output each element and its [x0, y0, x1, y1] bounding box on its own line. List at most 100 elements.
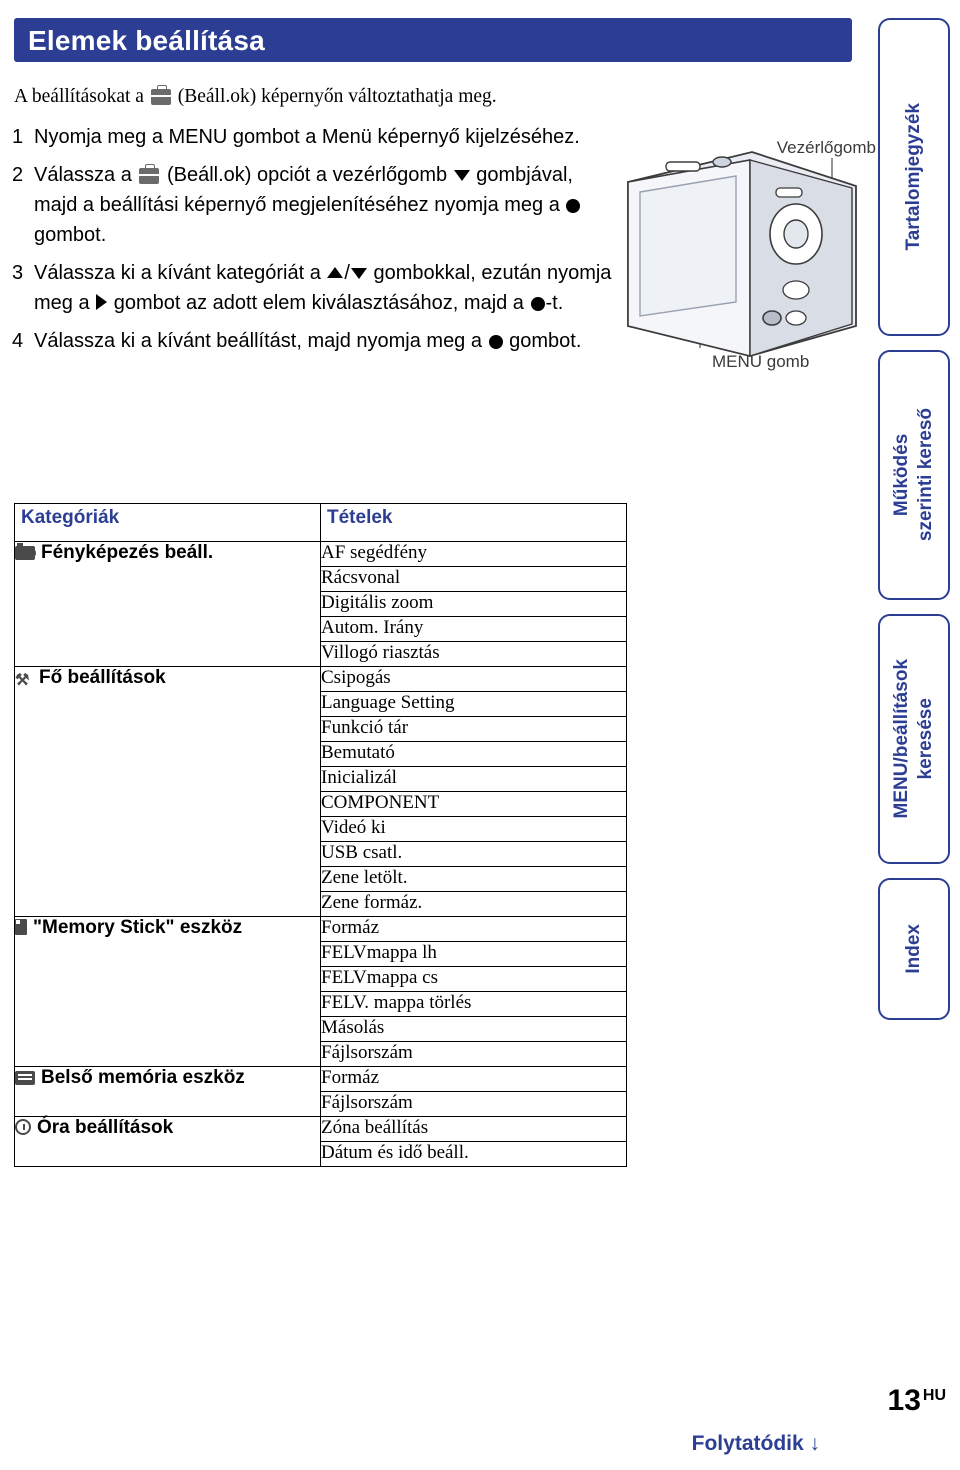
- side-tab-group: Tartalomjegyzék Működés szerinti kereső …: [878, 18, 950, 1034]
- item-cell: USB csatl.: [320, 841, 627, 867]
- item-cell: Inicializál: [320, 766, 627, 792]
- table-row: Óra beállítások Zóna beállítás: [14, 1116, 627, 1167]
- category-cell: "Memory Stick" eszköz: [14, 916, 321, 1067]
- step-4-text-b: gombot.: [509, 330, 582, 352]
- intro-paragraph: A beállításokat a (Beáll.ok) képernyőn v…: [14, 84, 604, 110]
- page-number: 13 HU: [888, 1384, 946, 1418]
- item-cell: Bemutató: [320, 741, 627, 767]
- center-button-icon: [488, 335, 503, 349]
- internal-memory-icon: [15, 1071, 35, 1085]
- item-cell: Language Setting: [320, 691, 627, 717]
- setup-toolbox-icon: [139, 164, 160, 184]
- step-1: 1 Nyomja meg a MENU gombot a Menü képern…: [12, 122, 612, 152]
- item-cell: FELVmappa cs: [320, 966, 627, 992]
- item-cell: Másolás: [320, 1016, 627, 1042]
- category-label: "Memory Stick" eszköz: [33, 917, 243, 938]
- settings-table: Kategóriák Tételek Fényképezés beáll. AF…: [14, 503, 627, 1167]
- category-cell: Belső memória eszköz: [14, 1066, 321, 1117]
- category-cell: Fényképezés beáll.: [14, 541, 321, 667]
- page-number-value: 13: [887, 1384, 921, 1417]
- item-cell: Rácsvonal: [320, 566, 627, 592]
- step-2-text-a: Válassza a: [34, 164, 132, 186]
- arrow-down-icon: [453, 170, 470, 181]
- camera-icon: [15, 543, 36, 560]
- category-cell: Óra beállítások: [14, 1116, 321, 1167]
- center-button-icon: [530, 297, 545, 311]
- step-2-text-d: gombot.: [34, 224, 107, 246]
- item-cell: Digitális zoom: [320, 591, 627, 617]
- item-cell: Autom. Irány: [320, 616, 627, 642]
- tab-tartalomjegyzek-label: Tartalomjegyzék: [903, 103, 924, 251]
- step-2-number: 2: [12, 164, 24, 186]
- step-2-text: Válassza a (Beáll.ok) opciót a vezérlőgo…: [34, 160, 612, 250]
- item-cell: Csipogás: [320, 666, 627, 692]
- item-cell: AF segédfény: [320, 541, 627, 567]
- intro-text-after: (Beáll.ok) képernyőn változtathatja meg.: [177, 86, 497, 107]
- step-3-text-a: Válassza ki a kívánt kategóriát a: [34, 262, 321, 284]
- menu-button-label: MENU gomb: [712, 352, 810, 371]
- tab-mukodes-szerinti-kereso-label: Működés szerinti kereső: [891, 408, 936, 542]
- item-cell: FELV. mappa törlés: [320, 991, 627, 1017]
- table-row: ⚒ Fő beállítások Csipogás: [14, 666, 627, 917]
- category-label: Fényképezés beáll.: [41, 542, 214, 563]
- table-row: Fényképezés beáll. AF segédfény: [14, 541, 627, 667]
- step-1-number: 1: [12, 126, 24, 148]
- item-cell: Zene letölt.: [320, 866, 627, 892]
- continued-label: Folytatódik ↓: [691, 1432, 820, 1455]
- step-3-text-d: gombot az adott elem kiválasztásához, ma…: [113, 292, 524, 314]
- item-cell: Fájlsorszám: [320, 1041, 627, 1067]
- page-number-suffix: HU: [922, 1387, 946, 1404]
- header-categories: Kategóriák: [14, 503, 321, 542]
- item-cell: Dátum és idő beáll.: [320, 1141, 627, 1167]
- control-button-label: Vezérlőgomb: [776, 138, 876, 157]
- item-cell: Zene formáz.: [320, 891, 627, 917]
- category-label: Belső memória eszköz: [41, 1067, 245, 1088]
- item-cell: Funkció tár: [320, 716, 627, 742]
- table-row: Belső memória eszköz Formáz: [14, 1066, 627, 1117]
- table-header-row: Kategóriák Tételek: [14, 503, 627, 542]
- step-3-number: 3: [12, 262, 24, 284]
- item-cell: Zóna beállítás: [320, 1116, 627, 1142]
- page-title-bar: Elemek beállítása: [14, 18, 852, 62]
- step-4: 4 Válassza ki a kívánt beállítást, majd …: [12, 326, 612, 356]
- step-3-text-e: -t.: [545, 292, 564, 314]
- item-cell: Formáz: [320, 916, 627, 942]
- tab-mukodes-szerinti-kereso[interactable]: Működés szerinti kereső: [878, 350, 950, 600]
- tab-index[interactable]: Index: [878, 878, 950, 1020]
- table-row: "Memory Stick" eszköz Formáz: [14, 916, 627, 1067]
- step-2: 2 Válassza a (Beáll.ok) opciót a vezérlő…: [12, 160, 612, 250]
- item-cell: Villogó riasztás: [320, 641, 627, 667]
- center-button-icon: [566, 199, 581, 213]
- tab-menu-beallitasok-keresese[interactable]: MENU/beállítások keresése: [878, 614, 950, 864]
- wrench-icon: ⚒: [15, 672, 30, 689]
- item-cell: COMPONENT: [320, 791, 627, 817]
- step-3: 3 Válassza ki a kívánt kategóriát a / go…: [12, 258, 612, 318]
- page-title: Elemek beállítása: [28, 25, 265, 56]
- camera-drawing: [627, 151, 857, 358]
- arrow-down-icon: [350, 268, 367, 279]
- step-4-text-a: Válassza ki a kívánt beállítást, majd ny…: [34, 330, 482, 352]
- arrow-right-icon: [96, 294, 108, 310]
- step-3-slash: /: [344, 262, 350, 284]
- arrow-up-icon: [327, 267, 344, 278]
- category-cell: ⚒ Fő beállítások: [14, 666, 321, 917]
- item-cell: Videó ki: [320, 816, 627, 842]
- item-cell: Formáz: [320, 1066, 627, 1092]
- step-4-number: 4: [12, 330, 24, 352]
- steps-list: 1 Nyomja meg a MENU gombot a Menü képern…: [12, 122, 612, 364]
- tab-tartalomjegyzek[interactable]: Tartalomjegyzék: [878, 18, 950, 336]
- intro-text-before: A beállításokat a: [14, 86, 144, 107]
- step-3-text: Válassza ki a kívánt kategóriát a / gomb…: [34, 258, 612, 318]
- step-4-text: Válassza ki a kívánt beállítást, majd ny…: [34, 326, 581, 356]
- header-items: Tételek: [320, 503, 627, 542]
- clock-icon: [15, 1119, 31, 1135]
- tab-index-label: Index: [903, 924, 924, 974]
- category-label: Fő beállítások: [39, 667, 166, 688]
- item-cell: FELVmappa lh: [320, 941, 627, 967]
- tab-menu-beallitasok-keresese-label: MENU/beállítások keresése: [891, 659, 936, 819]
- memory-stick-icon: [15, 919, 27, 935]
- item-cell: Fájlsorszám: [320, 1091, 627, 1117]
- document-page: Elemek beállítása A beállításokat a (Beá…: [0, 0, 960, 1470]
- camera-illustration: Vezérlőgomb MENU gomb: [600, 130, 890, 380]
- setup-toolbox-icon: [150, 85, 171, 105]
